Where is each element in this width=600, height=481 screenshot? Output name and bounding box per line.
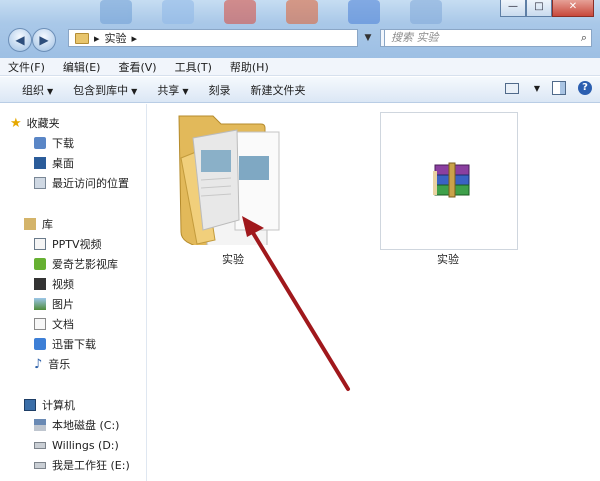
chevron-down-icon: ▼: [182, 86, 189, 96]
menu-view[interactable]: 查看(V): [118, 59, 156, 75]
explorer-window: — □ ✕ ◀ ▶ ▸ 实验 ▸ ▼ ⟳ 搜索 实验 ⌕ 文件(F) 编辑(E)…: [0, 0, 600, 481]
back-arrow-icon[interactable]: ◀: [8, 28, 32, 52]
command-bar: 组织 ▼ 包含到库中 ▼ 共享 ▼ 刻录 新建文件夹 ▼ ?: [0, 77, 600, 103]
breadcrumb-arrow[interactable]: ▸: [94, 32, 100, 45]
iqiyi-icon: [34, 258, 46, 270]
address-dropdown-icon[interactable]: ▼: [360, 29, 376, 47]
burn-button[interactable]: 刻录: [208, 82, 230, 98]
sidebar-group-computer[interactable]: 计算机: [0, 396, 170, 414]
taskbar-icon: [100, 0, 132, 24]
menu-edit[interactable]: 编辑(E): [63, 59, 101, 75]
breadcrumb-folder[interactable]: 实验: [105, 30, 127, 46]
forward-arrow-icon[interactable]: ▶: [32, 28, 56, 52]
taskbar-icon: [286, 0, 318, 24]
recent-places-icon: [34, 177, 46, 189]
chevron-down-icon: ▼: [47, 86, 54, 96]
taskbar-icon: [410, 0, 442, 24]
minimize-button[interactable]: —: [500, 0, 526, 17]
music-note-icon: ♪: [34, 356, 43, 372]
include-in-library-button[interactable]: 包含到库中 ▼: [73, 82, 137, 98]
address-bar[interactable]: ▸ 实验 ▸: [68, 29, 358, 47]
chevron-down-icon: ▼: [131, 86, 138, 96]
picture-icon: [34, 298, 46, 310]
close-button[interactable]: ✕: [552, 0, 594, 17]
search-icon[interactable]: ⌕: [581, 30, 587, 46]
menu-file[interactable]: 文件(F): [8, 59, 45, 75]
view-options-icon[interactable]: [504, 82, 519, 94]
library-icon: [24, 218, 36, 230]
taskbar-icon: [348, 0, 380, 24]
preview-pane-icon[interactable]: [552, 81, 566, 95]
background-taskbar-icons: [100, 0, 442, 24]
new-folder-button[interactable]: 新建文件夹: [250, 82, 305, 98]
folder-icon: [75, 32, 89, 44]
taskbar-icon: [224, 0, 256, 24]
system-drive-icon: [34, 419, 46, 431]
chevron-down-icon[interactable]: ▼: [534, 84, 540, 93]
organize-button[interactable]: 组织 ▼: [22, 82, 53, 98]
star-icon: ★: [10, 115, 22, 131]
navigation-pane: ★ 收藏夹 下载 桌面 最近访问的位置 库 PPTV视频 爱奇艺影视库 视频 图…: [0, 104, 147, 481]
annotation-arrow-icon: [242, 216, 350, 391]
thunder-icon: [34, 338, 46, 350]
menu-help[interactable]: 帮助(H): [230, 59, 269, 75]
sidebar-group-libraries[interactable]: 库: [0, 215, 170, 233]
computer-icon: [24, 399, 36, 411]
taskbar-icon: [162, 0, 194, 24]
video-library-icon: [34, 238, 46, 250]
help-icon[interactable]: ?: [578, 81, 592, 95]
desktop-icon: [34, 157, 46, 169]
document-icon: [34, 318, 46, 330]
breadcrumb-arrow[interactable]: ▸: [132, 32, 138, 45]
downloads-folder-icon: [34, 137, 46, 149]
menu-bar: 文件(F) 编辑(E) 查看(V) 工具(T) 帮助(H): [0, 58, 600, 76]
menu-tools[interactable]: 工具(T): [175, 59, 212, 75]
navigation-bar: ◀ ▶ ▸ 实验 ▸ ▼ ⟳ 搜索 实验 ⌕: [8, 28, 592, 52]
share-button[interactable]: 共享 ▼: [157, 82, 188, 98]
search-input[interactable]: 搜索 实验 ⌕: [384, 29, 592, 47]
drive-icon: [34, 441, 46, 449]
title-bar: — □ ✕ ◀ ▶ ▸ 实验 ▸ ▼ ⟳ 搜索 实验 ⌕: [0, 0, 600, 58]
maximize-button[interactable]: □: [526, 0, 552, 17]
sidebar-group-favorites[interactable]: ★ 收藏夹: [0, 114, 156, 132]
file-list-pane: 实验 实验: [147, 104, 600, 481]
drive-icon: [34, 461, 46, 469]
film-icon: [34, 278, 46, 290]
